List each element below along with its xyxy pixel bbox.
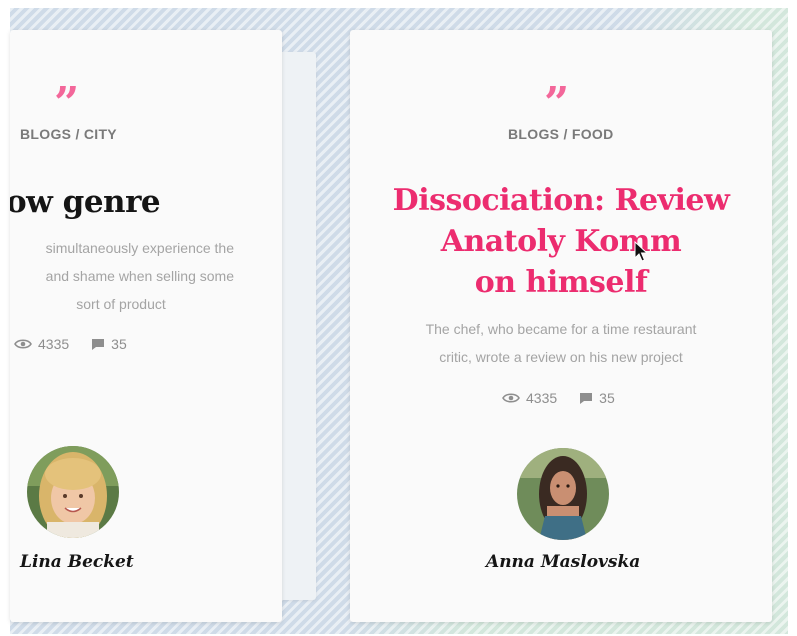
author-name[interactable]: Anna Maslovska	[486, 552, 640, 572]
quote-icon: ”	[544, 78, 569, 129]
card-title[interactable]: Dissociation: Review Anatoly Komm on him…	[350, 180, 772, 303]
views-count: 4335	[502, 390, 557, 406]
description-line: critic, wrote a review on his new projec…	[439, 349, 683, 365]
comments-count[interactable]: 35	[91, 336, 127, 352]
card-category[interactable]: BLOGS / CITY	[20, 126, 117, 142]
views-count: 4335	[14, 336, 69, 352]
card-category[interactable]: BLOGS / FOOD	[508, 126, 614, 142]
blog-card-food[interactable]: ” BLOGS / FOOD Dissociation: Review Anat…	[350, 30, 772, 622]
author-avatar[interactable]	[27, 446, 119, 538]
dark-haired-woman-portrait	[517, 448, 609, 540]
card-description: simultaneously experience the and shame …	[10, 234, 234, 318]
mouse-pointer-icon	[634, 241, 648, 262]
eye-icon	[502, 393, 520, 403]
title-line: Dissociation: Review	[392, 183, 730, 218]
description-line: simultaneously experience the	[45, 240, 234, 256]
eye-icon	[14, 339, 32, 349]
card-title[interactable]: ow genre	[10, 184, 161, 220]
card-description: The chef, who became for a time restaura…	[350, 315, 772, 371]
comment-icon	[580, 392, 593, 404]
card-stats: 4335 35	[14, 336, 127, 352]
views-value: 4335	[526, 390, 558, 406]
title-line: on himself	[474, 265, 648, 300]
blonde-woman-portrait	[27, 446, 119, 538]
stacked-card-edge	[276, 52, 316, 600]
title-line: Anatoly Komm	[440, 224, 682, 259]
blog-card-city[interactable]: ” BLOGS / CITY ow genre simultaneously e…	[10, 30, 282, 622]
comments-value: 35	[599, 390, 615, 406]
description-line: The chef, who became for a time restaura…	[425, 321, 697, 337]
comment-icon	[92, 338, 105, 350]
comments-value: 35	[111, 336, 127, 352]
quote-icon: ”	[54, 78, 79, 129]
description-line: sort of product	[76, 296, 166, 312]
author-avatar[interactable]	[517, 448, 609, 540]
card-stats: 4335 35	[502, 390, 615, 406]
comments-count[interactable]: 35	[579, 390, 615, 406]
author-name[interactable]: Lina Becket	[20, 552, 134, 572]
description-line: and shame when selling some	[45, 268, 234, 284]
views-value: 4335	[38, 336, 70, 352]
